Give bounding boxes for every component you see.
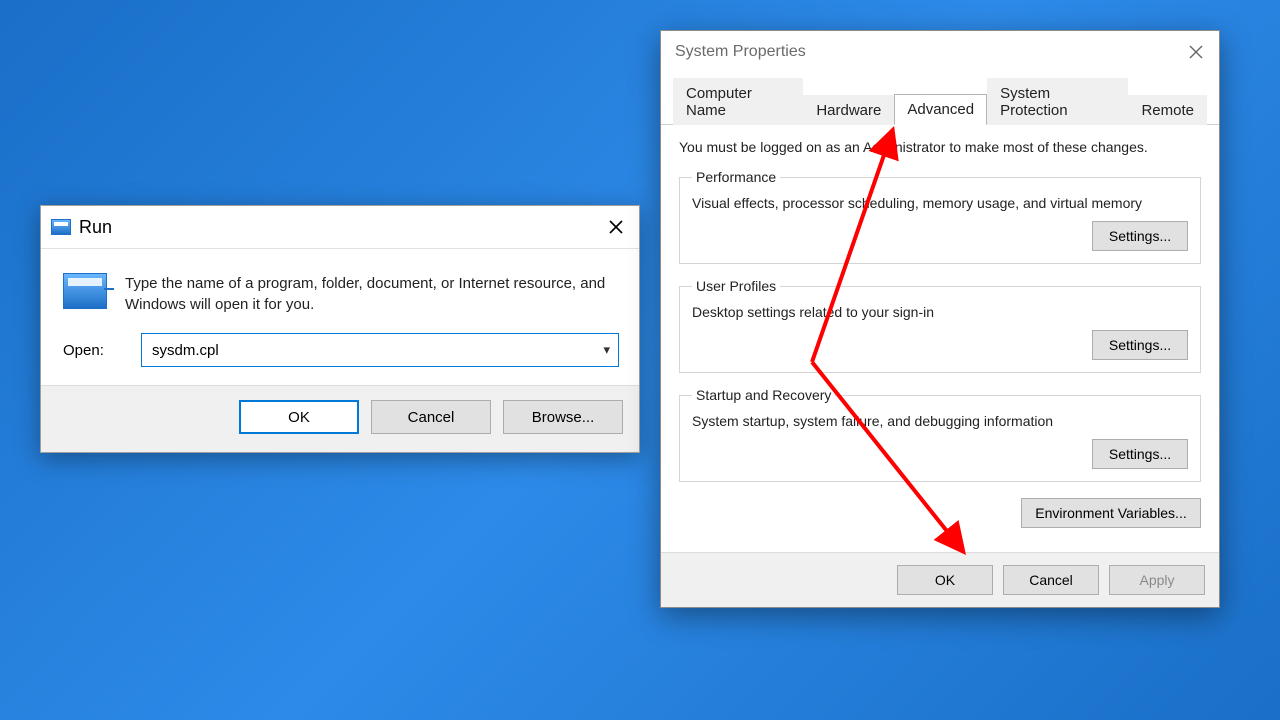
- group-startup-legend: Startup and Recovery: [692, 387, 835, 403]
- close-button[interactable]: [603, 214, 629, 240]
- run-button-bar: OK Cancel Browse...: [41, 385, 639, 452]
- apply-button[interactable]: Apply: [1109, 565, 1205, 595]
- group-user-profiles-legend: User Profiles: [692, 278, 780, 294]
- run-icon: [51, 219, 71, 235]
- run-program-icon: [63, 273, 107, 309]
- group-user-profiles: User Profiles Desktop settings related t…: [679, 278, 1201, 373]
- sys-footer: OK Cancel Apply: [661, 552, 1219, 607]
- browse-button[interactable]: Browse...: [503, 400, 623, 434]
- group-startup-recovery: Startup and Recovery System startup, sys…: [679, 387, 1201, 482]
- group-user-profiles-desc: Desktop settings related to your sign-in: [692, 304, 1188, 320]
- close-icon: [609, 220, 623, 234]
- environment-variables-button[interactable]: Environment Variables...: [1021, 498, 1201, 528]
- tab-computer-name[interactable]: Computer Name: [673, 78, 803, 125]
- close-icon: [1189, 45, 1203, 59]
- ok-button[interactable]: OK: [897, 565, 993, 595]
- sys-tabs: Computer Name Hardware Advanced System P…: [661, 77, 1219, 125]
- run-title-text: Run: [79, 217, 112, 238]
- open-label: Open:: [63, 342, 123, 359]
- cancel-button[interactable]: Cancel: [1003, 565, 1099, 595]
- sys-tab-content: You must be logged on as an Administrato…: [661, 125, 1219, 552]
- cancel-button[interactable]: Cancel: [371, 400, 491, 434]
- group-startup-desc: System startup, system failure, and debu…: [692, 413, 1188, 429]
- run-body: Type the name of a program, folder, docu…: [41, 249, 639, 329]
- tab-system-protection[interactable]: System Protection: [987, 78, 1128, 125]
- performance-settings-button[interactable]: Settings...: [1092, 221, 1188, 251]
- tab-hardware[interactable]: Hardware: [803, 95, 894, 125]
- user-profiles-settings-button[interactable]: Settings...: [1092, 330, 1188, 360]
- group-performance: Performance Visual effects, processor sc…: [679, 169, 1201, 264]
- startup-settings-button[interactable]: Settings...: [1092, 439, 1188, 469]
- group-performance-legend: Performance: [692, 169, 780, 185]
- env-button-row: Environment Variables...: [679, 496, 1201, 542]
- run-titlebar: Run: [41, 206, 639, 249]
- open-command-text: sysdm.cpl: [152, 342, 603, 359]
- run-open-row: Open: sysdm.cpl ▾: [41, 329, 639, 385]
- close-button[interactable]: [1185, 41, 1207, 63]
- sys-title-text: System Properties: [675, 43, 806, 61]
- group-performance-desc: Visual effects, processor scheduling, me…: [692, 195, 1188, 211]
- tab-advanced[interactable]: Advanced: [894, 94, 987, 125]
- sys-titlebar: System Properties: [661, 31, 1219, 73]
- chevron-down-icon: ▾: [603, 342, 610, 358]
- system-properties-dialog: System Properties Computer Name Hardware…: [660, 30, 1220, 608]
- run-title-left: Run: [51, 217, 112, 238]
- admin-note: You must be logged on as an Administrato…: [679, 139, 1201, 155]
- ok-button[interactable]: OK: [239, 400, 359, 434]
- open-combobox[interactable]: sysdm.cpl ▾: [141, 333, 619, 367]
- run-description: Type the name of a program, folder, docu…: [125, 273, 619, 315]
- tab-remote[interactable]: Remote: [1128, 95, 1207, 125]
- run-dialog: Run Type the name of a program, folder, …: [40, 205, 640, 453]
